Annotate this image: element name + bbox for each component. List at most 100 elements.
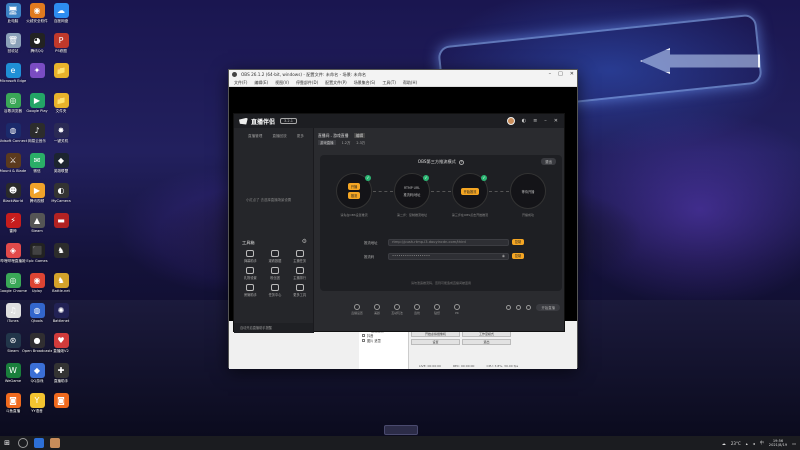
desktop-icon[interactable]: ✦ <box>25 63 49 93</box>
toolbox-settings-icon[interactable]: ⚙ <box>302 238 307 245</box>
tool-item[interactable]: 主播任务 <box>287 250 312 263</box>
bottom-tool[interactable]: 连线 <box>410 303 424 315</box>
room-edit-tag[interactable]: 编辑 <box>353 133 366 138</box>
tool-item[interactable]: 弹幕助手 <box>238 250 263 263</box>
obs-control-button[interactable]: 设置 <box>411 339 460 345</box>
checkbox[interactable] <box>362 339 365 342</box>
settings-icon[interactable] <box>526 305 532 310</box>
eye-icon[interactable]: ◉ <box>502 254 505 259</box>
left-footer[interactable]: 自动开启直播助手提醒 <box>234 323 313 333</box>
desktop-icon[interactable]: ✉ 微信 <box>25 153 49 183</box>
desktop-icon[interactable]: ◆ 英雄联盟 <box>49 153 73 183</box>
tool-item[interactable]: 观看数据 <box>263 250 288 263</box>
desktop-icon[interactable]: ◍ Qtools <box>25 303 49 333</box>
desktop-icon[interactable]: ⊛ Steam <box>1 333 25 363</box>
desktop-icon[interactable]: ⚡ 雷神 <box>1 213 25 243</box>
desktop-icon[interactable]: 🖥 此电脑 <box>1 3 25 33</box>
close-icon[interactable]: ✕ <box>570 70 574 79</box>
desktop-icon[interactable]: ◉ Uplay <box>25 273 49 303</box>
desktop-icon[interactable]: ✚ 直播助手 <box>49 363 73 393</box>
left-tab[interactable]: 直播管理 <box>248 134 262 139</box>
desktop-icon[interactable]: ◙ 斗鱼直播 <box>1 393 25 423</box>
bottom-tool[interactable]: PK <box>450 303 464 315</box>
desktop-icon[interactable]: ◐ MyCamera <box>49 183 73 213</box>
search-icon[interactable] <box>18 438 28 448</box>
avatar[interactable] <box>506 117 515 125</box>
source-item[interactable]: 图片 遮罩 <box>362 339 384 344</box>
obs-menu-item[interactable]: 场景集合(S) <box>354 79 376 86</box>
obs-menu-item[interactable]: 视图(V) <box>275 79 289 86</box>
desktop-icon[interactable]: ◙ <box>49 393 73 423</box>
volume-icon[interactable]: ◂ <box>753 441 755 446</box>
desktop-icon[interactable]: ▶ 腾讯视频 <box>25 183 49 213</box>
weather-icon[interactable]: ☁ <box>722 441 726 446</box>
step-button[interactable]: 开始推流 <box>460 187 480 195</box>
desktop-icon[interactable]: ♫ iTunes <box>1 303 25 333</box>
desktop-icon[interactable]: ◈ 哔哩哔哩直播姬 <box>0 243 26 273</box>
clock[interactable]: 19:56 2021/8/19 <box>769 439 787 448</box>
room-category[interactable]: 游戏直播 <box>318 140 336 145</box>
obs-menu-item[interactable]: 帮助(H) <box>403 79 417 86</box>
tool-item[interactable]: 房管助手 <box>238 284 263 297</box>
help-icon[interactable]: ? <box>459 160 465 165</box>
ime-icon[interactable]: 中 <box>760 440 764 446</box>
desktop-icon[interactable]: ▬ <box>49 213 73 243</box>
desktop-icon[interactable]: 📁 文件夹 <box>49 93 73 123</box>
bottom-tool[interactable]: 互动玩法 <box>390 303 404 315</box>
desktop-icon[interactable]: 🗑 回收站 <box>1 33 25 63</box>
obs-menu-item[interactable]: 工具(T) <box>382 79 396 86</box>
desktop-icon[interactable]: Y YY语音 <box>25 393 49 423</box>
obs-menu-item[interactable]: 编辑(E) <box>254 79 268 86</box>
bottom-tool[interactable]: 直播设置 <box>350 303 364 315</box>
tool-item[interactable]: 更多工具 <box>287 284 312 297</box>
tool-item[interactable]: 任务中心 <box>263 284 288 297</box>
desktop-icon[interactable]: W WeGame <box>1 363 25 393</box>
skin-icon[interactable]: ◐ <box>522 118 526 124</box>
obs-menu-item[interactable]: 文件(F) <box>234 79 247 86</box>
desktop-icon[interactable]: ⬛ Epic Games <box>25 243 49 273</box>
mic-icon[interactable] <box>506 305 512 310</box>
left-tab[interactable]: 更多 <box>297 134 304 139</box>
obs-menu-item[interactable]: 停靠部件(D) <box>296 79 318 86</box>
menu-icon[interactable]: ≡ <box>533 118 537 124</box>
network-icon[interactable]: ▴ <box>746 441 748 446</box>
desktop-icon[interactable]: ♞ Battle.net <box>49 273 73 303</box>
desktop-icon[interactable]: ◎ Google Chrome <box>0 273 27 303</box>
desktop-icon[interactable]: ♥ 直播姬V2 <box>49 333 73 363</box>
desktop-icon[interactable]: ✸ 一键关机 <box>49 123 73 153</box>
exit-mode-button[interactable]: 退出 <box>541 158 556 165</box>
tool-item[interactable]: 粉丝团 <box>263 267 288 280</box>
taskbar-app-icon[interactable] <box>50 438 60 448</box>
desktop-icon[interactable]: ☁ 百度网盘 <box>49 3 73 33</box>
minimize-icon[interactable]: – <box>549 70 552 79</box>
server-field[interactable]: rtmp://push-rtmp-l3.douyincdn.com/third <box>388 238 509 246</box>
desktop-icon[interactable]: ▲ Steam <box>25 213 49 243</box>
step-button[interactable]: 开播 <box>347 183 361 190</box>
speaker-icon[interactable] <box>516 305 522 310</box>
desktop-icon[interactable]: 📁 <box>49 63 73 93</box>
obs-menu-item[interactable]: 配置文件(P) <box>325 79 347 86</box>
desktop-icon[interactable]: P PS修图 <box>49 33 73 63</box>
desktop-icon[interactable]: ◉ 火绒安全软件 <box>25 3 49 33</box>
desktop-icon[interactable]: ● Open Broadcaster <box>22 333 52 363</box>
tool-item[interactable]: 主播排行 <box>287 267 312 280</box>
bottom-tool[interactable]: 贴纸 <box>430 303 444 315</box>
copy-server-button[interactable]: 复制 <box>512 239 524 245</box>
desktop-icon[interactable]: ◍ Ubisoft Connect <box>0 123 27 153</box>
desktop-icon[interactable]: ♪ 网易云音乐 <box>25 123 49 153</box>
notification-icon[interactable]: ▭ <box>792 441 796 446</box>
start-live-button[interactable]: 开始直播 <box>536 304 560 311</box>
key-field[interactable]: •••••••••••••••••• ◉ <box>388 252 509 260</box>
checkbox[interactable] <box>362 334 365 337</box>
step-button[interactable]: 推流 <box>347 192 361 199</box>
copy-key-button[interactable]: 复制 <box>512 253 524 259</box>
desktop-icon[interactable]: ♞ <box>49 243 73 273</box>
desktop-icon[interactable]: ⚔ Mount & Blade <box>0 153 26 183</box>
desktop-icon[interactable]: ✺ Battlenet <box>49 303 73 333</box>
desktop-icon[interactable]: ☻ BlackWorld <box>1 183 25 213</box>
task-view-icon[interactable] <box>34 438 44 448</box>
desktop-icon[interactable]: e Microsoft Edge <box>0 63 26 93</box>
desktop-icon[interactable]: ◆ QQ游戏 <box>25 363 49 393</box>
desktop-icon[interactable]: ▶ Google Play <box>25 93 49 123</box>
desktop-icon[interactable]: ◎ 谷歌浏览器 <box>1 93 25 123</box>
